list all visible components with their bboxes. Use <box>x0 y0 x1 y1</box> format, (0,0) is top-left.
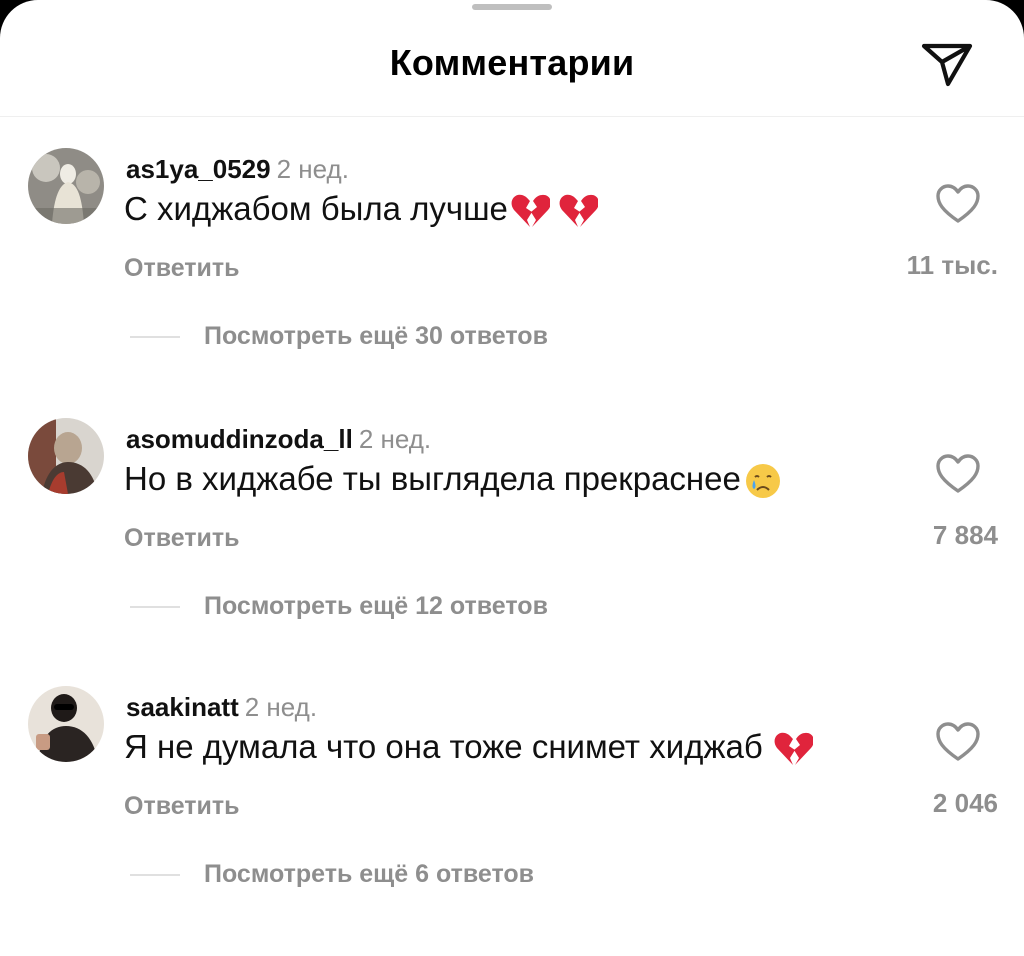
broken-heart-icon <box>511 194 550 228</box>
comment-text: С хиджабом была лучше <box>124 190 598 230</box>
broken-heart-icon <box>559 194 598 228</box>
view-more-replies-label[interactable]: Посмотреть ещё 12 ответов <box>204 592 548 621</box>
view-more-replies[interactable]: Посмотреть ещё 6 ответов <box>130 860 534 889</box>
comment-text: Я не думала что она тоже снимет хиджаб <box>124 728 813 768</box>
reply-button[interactable]: Ответить <box>124 524 240 553</box>
avatar[interactable] <box>28 148 104 224</box>
like-count: 2 046 <box>932 788 998 818</box>
like-count: 11 тыс. <box>906 250 998 280</box>
view-more-replies[interactable]: Посмотреть ещё 12 ответов <box>130 592 548 621</box>
comments-sheet: Комментарии as1ya_0529 2 нед. С хиджабом … <box>0 0 1024 922</box>
divider <box>130 335 180 338</box>
username-text[interactable]: saakinatt <box>126 692 239 722</box>
comment-item: saakinatt 2 нед. Я не думала что она тоже… <box>0 686 1024 956</box>
view-more-replies-label[interactable]: Посмотреть ещё 30 ответов <box>204 322 548 351</box>
avatar[interactable] <box>28 686 104 762</box>
username-text[interactable]: as1ya_0529 <box>126 154 271 184</box>
comment-text-body: Я не думала что она тоже снимет хиджаб <box>124 728 763 765</box>
sheet-header: Комментарии <box>0 0 1024 117</box>
page-title: Комментарии <box>389 42 635 83</box>
comment-item: asomuddinzoda_ll 2 нед. Но в хиджабе ты в… <box>0 418 1024 688</box>
heart-icon[interactable] <box>936 454 980 494</box>
comment-item: as1ya_0529 2 нед. С хиджабом была лучше О… <box>0 148 1024 418</box>
comment-time: 2 нед. <box>276 154 349 184</box>
comment-text-body: С хиджабом была лучше <box>124 190 508 227</box>
comment-text-body: Но в хиджабе ты выглядела прекраснее <box>124 460 741 497</box>
divider <box>130 873 180 876</box>
avatar[interactable] <box>28 418 104 494</box>
heart-icon[interactable] <box>936 184 980 224</box>
username-text[interactable]: asomuddinzoda_ll <box>126 424 353 454</box>
paper-plane-icon[interactable] <box>918 38 976 88</box>
comment-time: 2 нед. <box>244 692 318 722</box>
divider <box>130 605 180 608</box>
comment-username[interactable]: asomuddinzoda_ll 2 нед. <box>126 424 431 455</box>
broken-heart-icon <box>774 732 813 766</box>
reply-button[interactable]: Ответить <box>124 254 240 283</box>
view-more-replies[interactable]: Посмотреть ещё 30 ответов <box>130 322 548 351</box>
heart-icon[interactable] <box>936 722 980 762</box>
comment-text: Но в хиджабе ты выглядела прекраснее <box>124 460 783 500</box>
like-count: 7 884 <box>932 520 998 550</box>
reply-button[interactable]: Ответить <box>124 792 240 821</box>
comment-time: 2 нед. <box>358 424 432 454</box>
comment-username[interactable]: saakinatt 2 нед. <box>126 692 317 723</box>
crying-face-icon <box>745 464 780 499</box>
view-more-replies-label[interactable]: Посмотреть ещё 6 ответов <box>204 860 534 889</box>
comment-username[interactable]: as1ya_0529 2 нед. <box>126 154 349 185</box>
